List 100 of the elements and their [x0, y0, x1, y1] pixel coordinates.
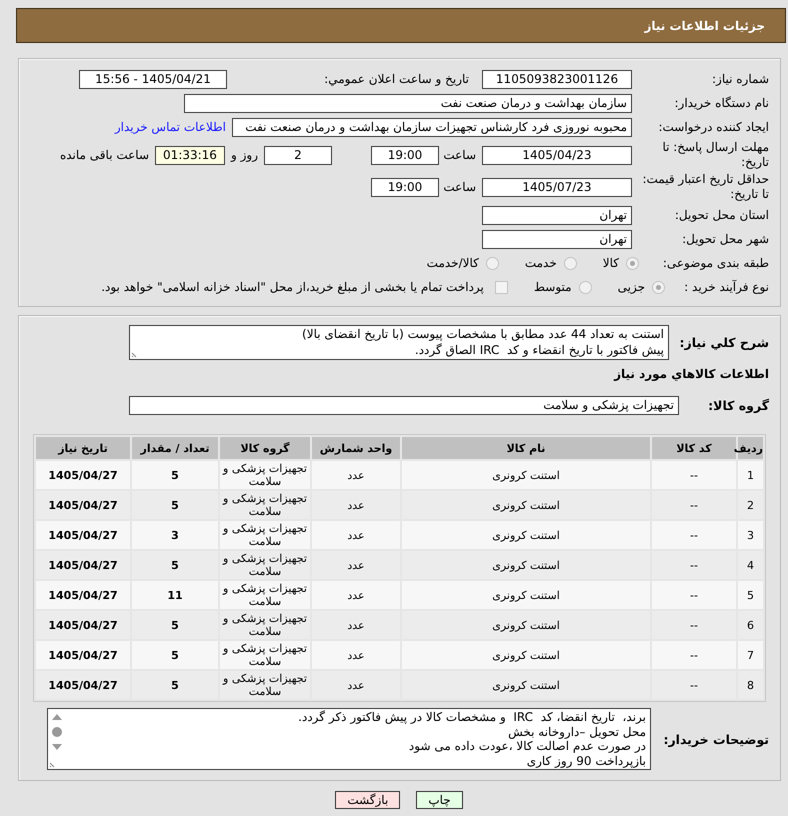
table-cell: استنت کرونری: [402, 611, 650, 639]
table-cell: استنت کرونری: [402, 461, 650, 489]
table-cell: --: [652, 491, 736, 519]
table-cell: 5: [132, 611, 218, 639]
resize-grip-icon[interactable]: [131, 350, 139, 358]
radio-button[interactable]: [578, 280, 592, 294]
print-button[interactable]: چاپ: [416, 791, 463, 809]
resize-grip-icon[interactable]: [49, 760, 57, 768]
table-cell: 1405/04/27: [36, 581, 130, 609]
scroll-thumb-icon[interactable]: [52, 727, 62, 737]
table-cell: --: [652, 461, 736, 489]
announce-date-field[interactable]: 1405/04/21 - 15:56: [79, 70, 227, 88]
table-cell: 1405/04/27: [36, 461, 130, 489]
table-cell: 7: [738, 641, 763, 669]
table-cell: استنت کرونری: [402, 491, 650, 519]
table-cell: 1: [738, 461, 763, 489]
table-cell: 5: [132, 641, 218, 669]
field-label: نام دستگاه خریدار:: [674, 96, 769, 110]
table-cell: تجهیزات پزشکی و سلامت: [220, 551, 310, 579]
column-header: تعداد / مقدار: [132, 437, 218, 459]
column-header: نام کالا: [402, 437, 650, 459]
table-cell: 5: [132, 461, 218, 489]
column-header: کد کالا: [652, 437, 736, 459]
table-cell: 3: [738, 521, 763, 549]
scroll-up-icon[interactable]: [52, 714, 62, 720]
field-label: ساعت: [443, 148, 476, 162]
remaining-time-field[interactable]: 01:33:16: [155, 146, 225, 164]
description-field[interactable]: استنت به تعداد 44 عدد مطابق با مشخصات پیوست (با تاریخ انقضای بالا) پیش فاکتور با تاریخ انقضاء و کد IRC الصاق گردد.: [129, 325, 669, 360]
field-label: نوع فرآیند خرید :: [684, 280, 769, 294]
table-cell: 1405/04/27: [36, 641, 130, 669]
field-label: ایجاد کننده درخواست:: [658, 120, 769, 134]
table-cell: استنت کرونری: [402, 671, 650, 699]
radio-button[interactable]: [486, 256, 499, 270]
table-cell: 5: [132, 551, 218, 579]
back-button[interactable]: بازگشت: [335, 791, 400, 809]
table-cell: 3: [132, 521, 218, 549]
column-header: تاریخ نیاز: [36, 437, 130, 459]
time-field[interactable]: 19:00: [371, 178, 439, 196]
field-label: شرح کلي نياز:: [680, 335, 769, 350]
table-cell: استنت کرونری: [402, 581, 650, 609]
field-label: گروه کالا:: [708, 398, 769, 413]
table-cell: عدد: [312, 641, 400, 669]
table-cell: 1405/04/27: [36, 551, 130, 579]
table-cell: 8: [738, 671, 763, 699]
table-cell: تجهیزات پزشکی و سلامت: [220, 521, 310, 549]
table-cell: 5: [132, 671, 218, 699]
time-field[interactable]: 19:00: [371, 146, 439, 164]
field-label: شهر محل تحویل:: [682, 232, 769, 246]
buyer-notes-field[interactable]: برند، تاریخ انقضا، کد IRC و مشخصات کالا در پیش فاکتور ذکر گردد. محل تحویل –داروخانه بخش در صورت عدم اصالت کالا ،عودت داده می شود بازپرداخت 90 روز کاری: [47, 708, 651, 770]
table-cell: تجهیزات پزشکی و سلامت: [220, 461, 310, 489]
need-number-field[interactable]: 1105093823001126: [482, 70, 632, 88]
option-label: کالا/خدمت: [426, 256, 479, 270]
buyer-contact-link[interactable]: اطلاعات تماس خریدار: [114, 120, 226, 134]
field-label: توضیحات خریدار:: [663, 732, 769, 746]
requester-field[interactable]: محبوبه نوروزی فرد کارشناس تجهیزات سازمان بهداشت و درمان صنعت نفت: [232, 118, 632, 136]
table-cell: 11: [132, 581, 218, 609]
option-label: جزیی: [618, 280, 645, 294]
option-label: خدمت: [524, 256, 557, 270]
table-cell: 4: [738, 551, 763, 579]
buyer-org-field[interactable]: سازمان بهداشت و درمان صنعت نفت: [184, 94, 632, 112]
table-cell: --: [652, 671, 736, 699]
field-label: حداقل تاریخ اعتبار قیمت: تا تاریخ:: [641, 172, 769, 202]
field-label: ساعت باقی مانده: [60, 148, 149, 162]
province-field[interactable]: تهران: [482, 206, 632, 224]
radio-button[interactable]: [626, 256, 639, 270]
column-header: واحد شمارش: [312, 437, 400, 459]
date-field[interactable]: 1405/07/23: [482, 178, 632, 196]
table-cell: عدد: [312, 521, 400, 549]
field-label: طبقه بندی موضوعی:: [662, 256, 769, 270]
table-cell: استنت کرونری: [402, 521, 650, 549]
table-cell: استنت کرونری: [402, 641, 650, 669]
column-header: گروه کالا: [220, 437, 310, 459]
option-label: پرداخت تمام یا بخشی از مبلغ خرید،از محل "اسناد خزانه اسلامی" خواهد بود.: [101, 280, 484, 294]
table-cell: عدد: [312, 611, 400, 639]
table-cell: تجهیزات پزشکی و سلامت: [220, 671, 310, 699]
days-field[interactable]: 2: [264, 146, 332, 164]
date-field[interactable]: 1405/04/23: [482, 146, 632, 164]
table-cell: عدد: [312, 671, 400, 699]
table-cell: --: [652, 641, 736, 669]
table-cell: --: [652, 521, 736, 549]
scroll-down-icon[interactable]: [52, 744, 62, 750]
table-cell: تجهیزات پزشکی و سلامت: [220, 611, 310, 639]
table-cell: تجهیزات پزشکی و سلامت: [220, 491, 310, 519]
radio-button[interactable]: [652, 280, 665, 294]
city-field[interactable]: تهران: [482, 230, 632, 248]
field-label: تاریخ و ساعت اعلان عمومي:: [324, 72, 469, 86]
table-cell: عدد: [312, 551, 400, 579]
field-label: روز و: [231, 148, 258, 162]
table-cell: تجهیزات پزشکی و سلامت: [220, 581, 310, 609]
checkbox[interactable]: [494, 280, 508, 294]
table-cell: 1405/04/27: [36, 491, 130, 519]
table-cell: 1405/04/27: [36, 521, 130, 549]
table-cell: --: [652, 611, 736, 639]
table-cell: --: [652, 551, 736, 579]
goods-group-field[interactable]: تجهیزات پزشکی و سلامت: [129, 396, 679, 415]
table-cell: 5: [738, 581, 763, 609]
radio-button[interactable]: [564, 256, 577, 270]
option-label: متوسط: [534, 280, 572, 294]
page-title: جزئیات اطلاعات نیاز: [644, 18, 765, 32]
table-cell: 1405/04/27: [36, 611, 130, 639]
